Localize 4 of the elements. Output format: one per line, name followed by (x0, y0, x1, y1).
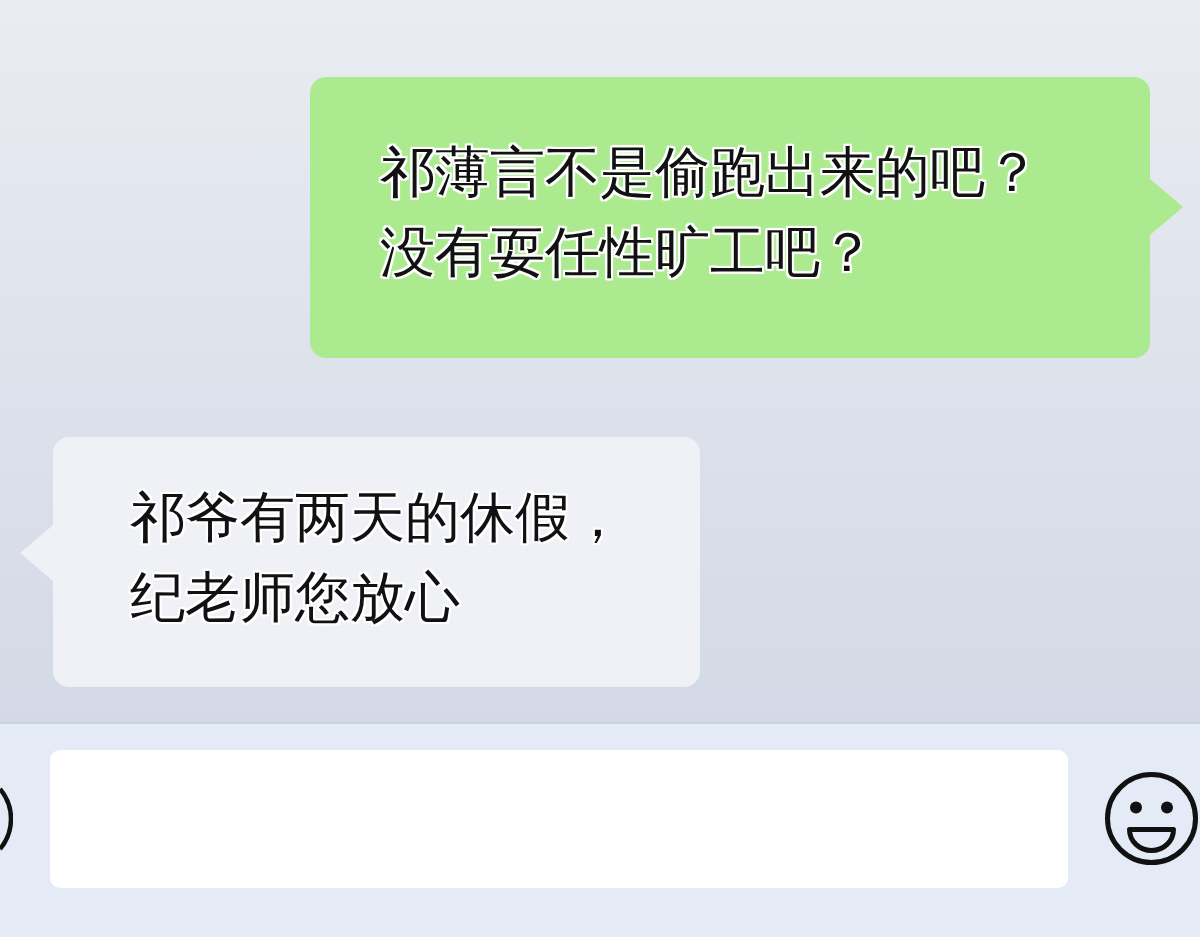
message-text: 祁薄言不是偷跑出来的吧？没有耍任性旷工吧？ (380, 139, 1041, 286)
input-field[interactable] (50, 749, 1068, 888)
message-text: 祁爷有两天的休假，纪老师您放心 (130, 484, 626, 631)
smiley-icon[interactable] (1105, 772, 1198, 865)
